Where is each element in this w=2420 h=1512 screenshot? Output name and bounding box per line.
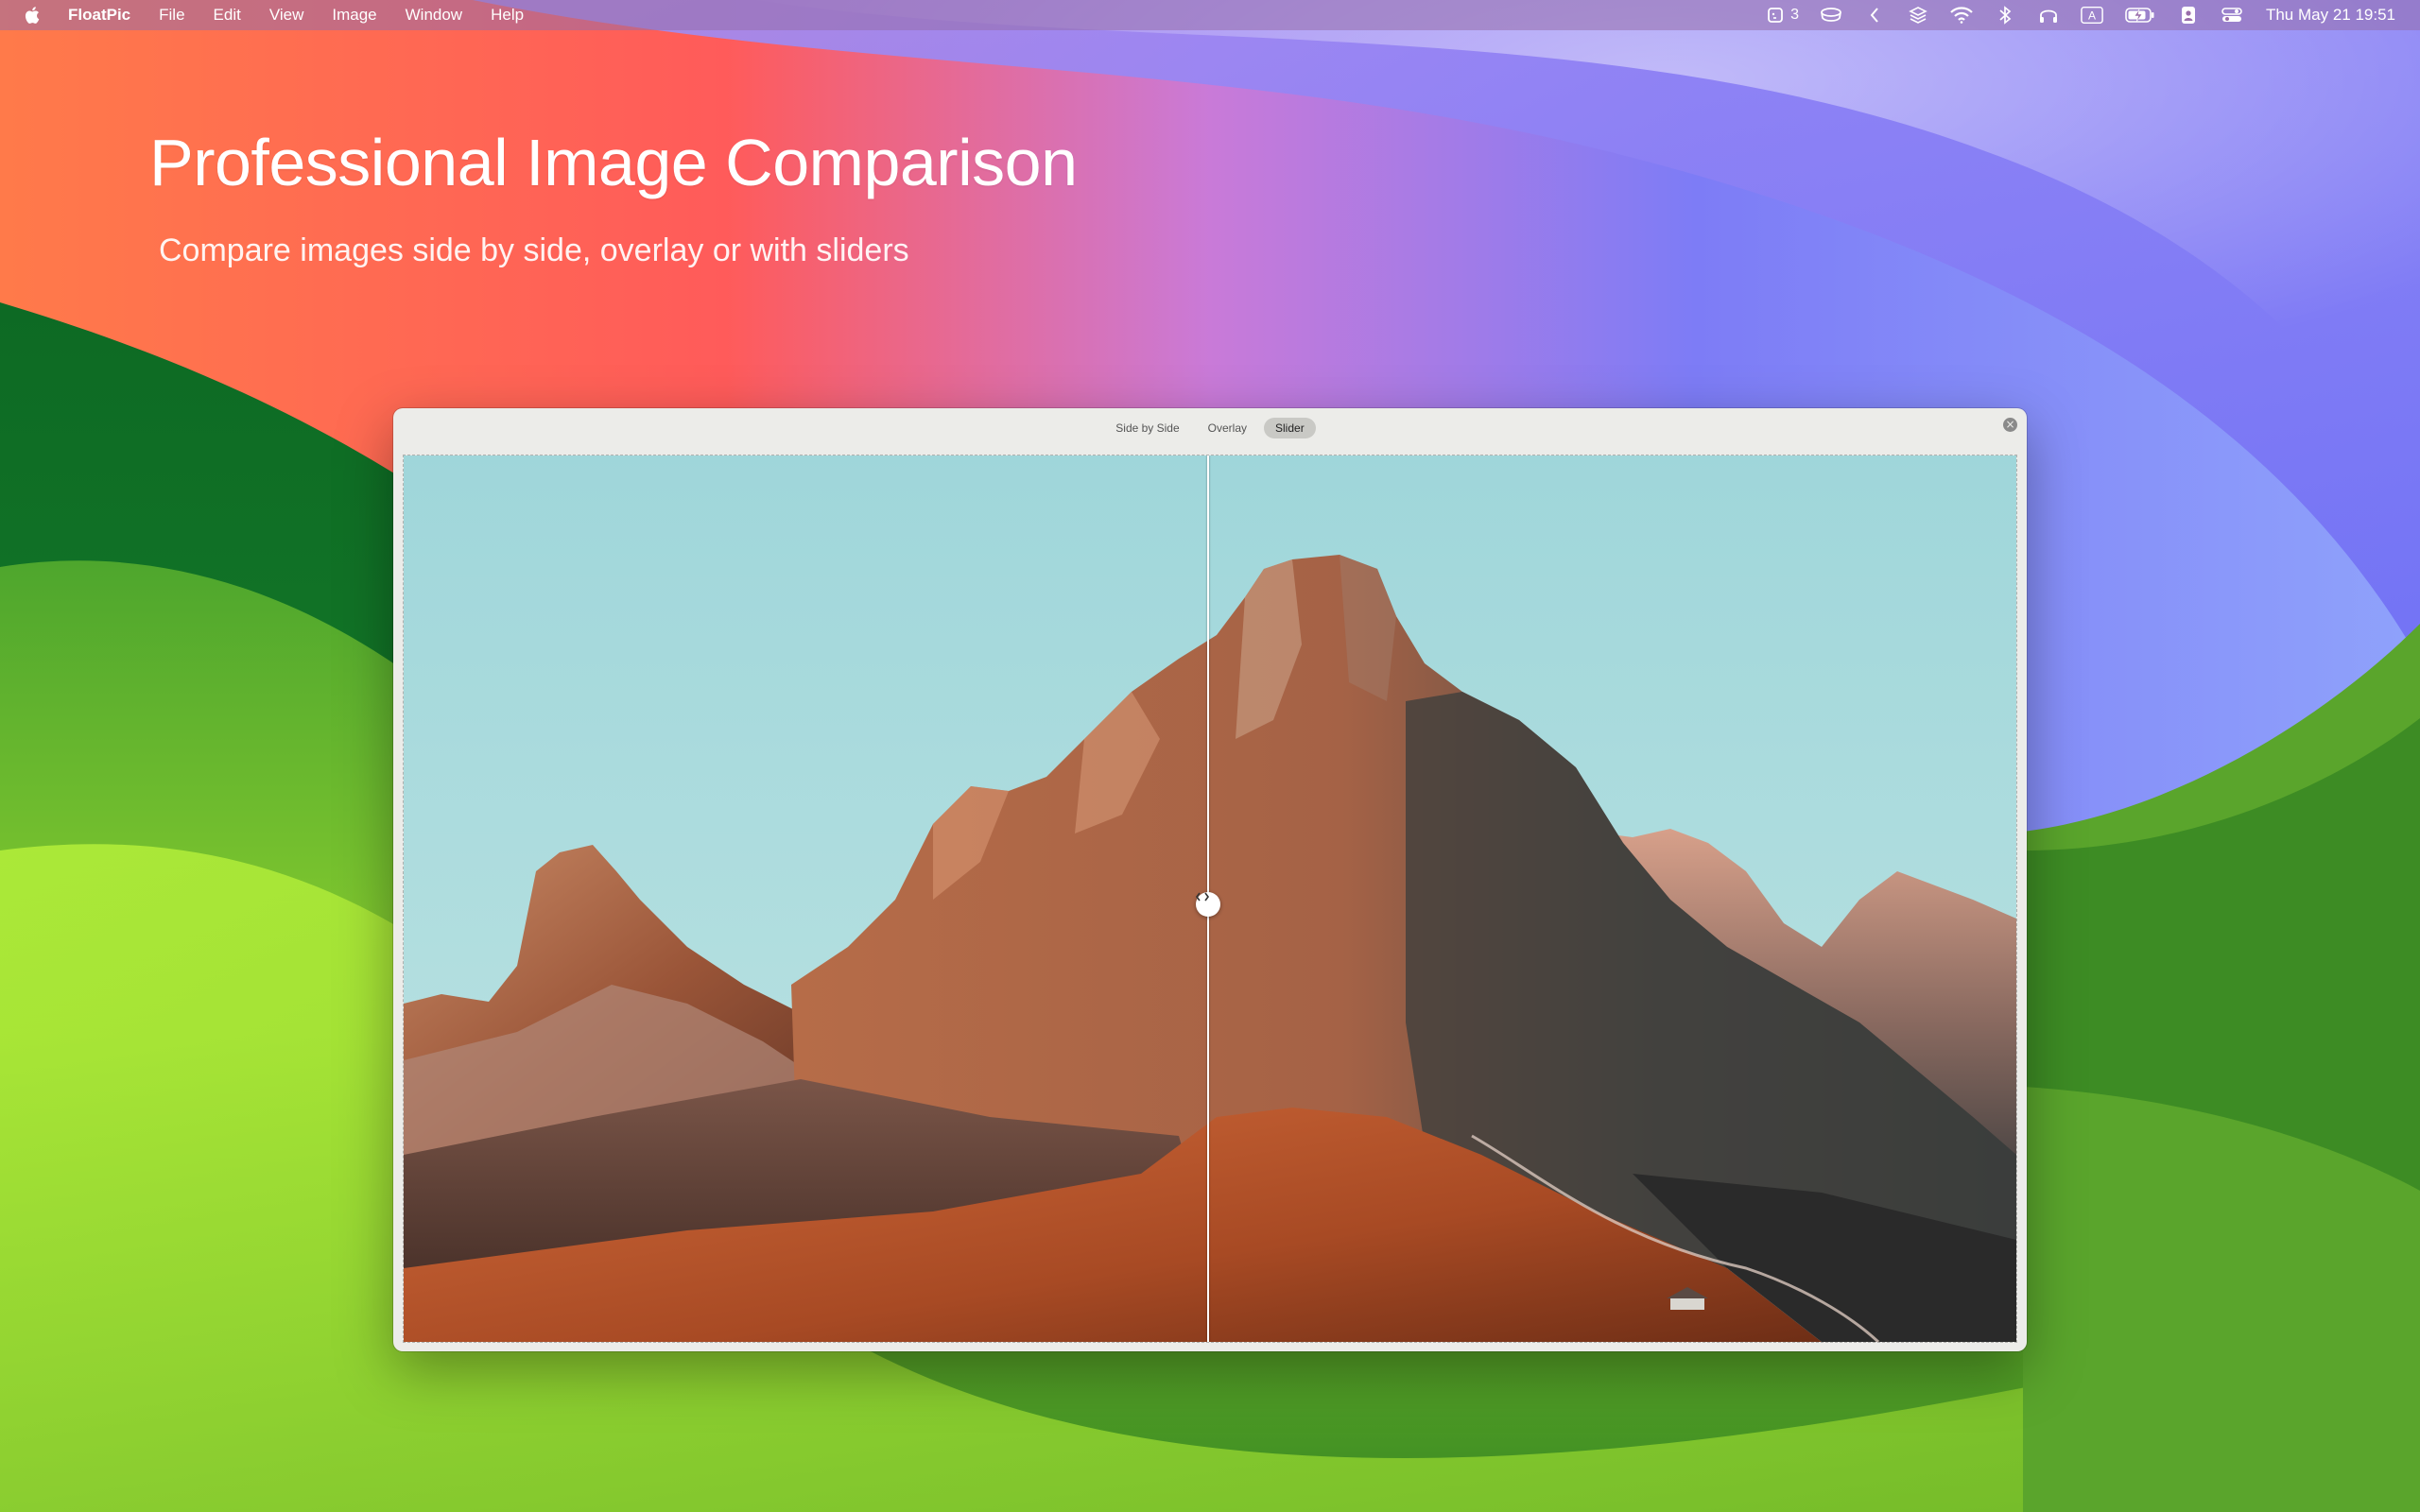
headphones-icon[interactable] [2037, 5, 2060, 26]
battery-charging-icon[interactable] [2124, 5, 2156, 26]
chevron-left-icon[interactable] [1863, 5, 1886, 26]
menu-bar: FloatPic File Edit View Image Window Hel… [0, 0, 2420, 30]
slider-handle-icon[interactable] [1196, 892, 1220, 917]
input-source-letter: A [2088, 9, 2096, 23]
user-icon[interactable] [2177, 5, 2200, 26]
menu-file[interactable]: File [159, 0, 184, 30]
input-source-icon[interactable]: A [2081, 5, 2103, 26]
window-toolbar: Side by Side Overlay Slider × [393, 408, 2027, 446]
menu-app-name[interactable]: FloatPic [68, 0, 130, 30]
mode-overlay-button[interactable]: Overlay [1197, 418, 1258, 438]
menu-help[interactable]: Help [491, 0, 524, 30]
comparison-window: Side by Side Overlay Slider × [393, 408, 2027, 1351]
cup-icon[interactable] [1820, 5, 1842, 26]
hero-subtitle: Compare images side by side, overlay or … [159, 232, 909, 268]
menubar-clock[interactable]: Thu May 21 19:51 [2266, 6, 2395, 25]
comparison-canvas[interactable] [403, 455, 2017, 1343]
mode-side-by-side-button[interactable]: Side by Side [1104, 418, 1190, 438]
mode-slider-button[interactable]: Slider [1264, 418, 1316, 438]
layers-icon[interactable] [1907, 5, 1929, 26]
apple-menu-icon[interactable] [23, 5, 43, 26]
menu-window[interactable]: Window [406, 0, 462, 30]
mode-selector: Side by Side Overlay Slider [393, 418, 2027, 438]
close-icon[interactable]: × [2003, 418, 2017, 432]
stage-manager-icon[interactable]: 3 [1766, 5, 1799, 26]
menu-view[interactable]: View [269, 0, 304, 30]
bluetooth-icon[interactable] [1994, 5, 2016, 26]
menu-image[interactable]: Image [332, 0, 376, 30]
hero-title: Professional Image Comparison [149, 126, 1078, 199]
wifi-icon[interactable] [1950, 5, 1973, 26]
control-center-icon[interactable] [2221, 5, 2243, 26]
menu-edit[interactable]: Edit [214, 0, 241, 30]
stage-count: 3 [1790, 7, 1799, 23]
